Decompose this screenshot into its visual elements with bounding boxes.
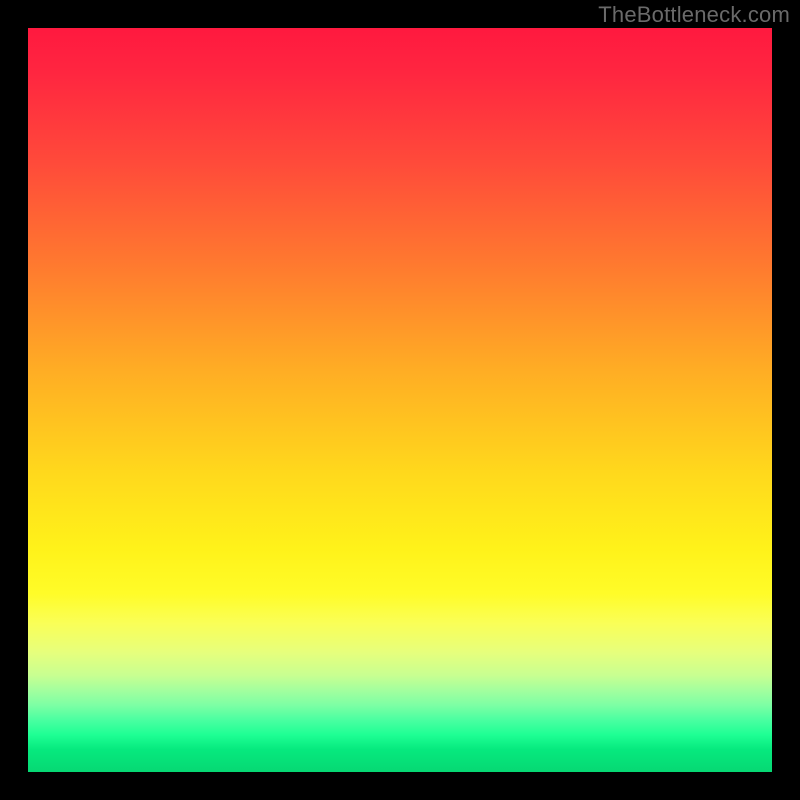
axes — [0, 0, 800, 800]
axis-right — [772, 0, 800, 800]
chart-frame: TheBottleneck.com — [0, 0, 800, 800]
axis-bottom — [0, 772, 800, 800]
watermark-text: TheBottleneck.com — [598, 2, 790, 28]
axis-left — [0, 0, 28, 800]
